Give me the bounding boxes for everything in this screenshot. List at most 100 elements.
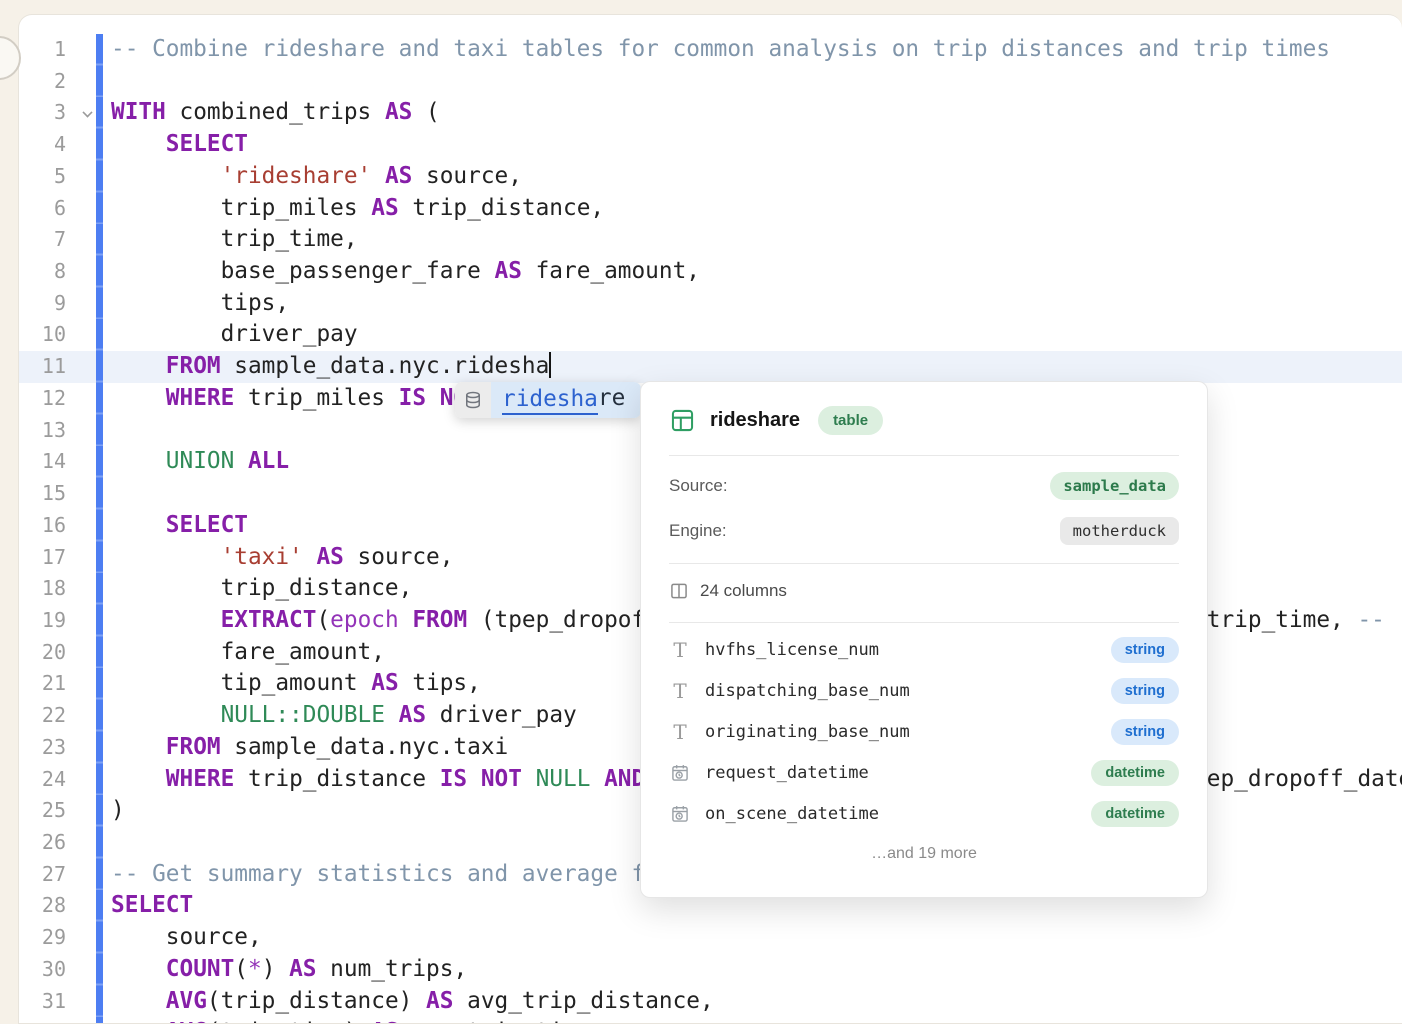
column-row: request_datetimedatetime: [669, 759, 1179, 787]
change-accent-bar: [96, 66, 103, 98]
change-accent-bar: [96, 1017, 103, 1024]
change-accent-bar: [96, 478, 103, 510]
datetime-icon: [669, 763, 691, 783]
column-name: hvfhs_license_num: [705, 640, 879, 660]
column-row: Toriginating_base_numstring: [669, 718, 1179, 746]
text-icon: T: [669, 681, 691, 701]
change-accent-bar: [96, 97, 103, 129]
code-text: [103, 66, 1402, 98]
line-number: 17: [19, 542, 96, 574]
code-text: -- Combine rideshare and taxi tables for…: [103, 34, 1402, 66]
code-text: driver_pay: [103, 319, 1402, 351]
line-number: 9: [19, 288, 96, 320]
change-accent-bar: [96, 351, 103, 383]
code-text: tips,: [103, 288, 1402, 320]
database-icon: [455, 382, 491, 418]
text-caret: [549, 352, 551, 378]
columns-icon: [669, 581, 689, 601]
column-name: on_scene_datetime: [705, 804, 879, 824]
line-number: 21: [19, 668, 96, 700]
change-accent-bar: [96, 415, 103, 447]
code-line[interactable]: 31 AVG(trip_distance) AS avg_trip_distan…: [19, 986, 1402, 1018]
change-accent-bar: [96, 954, 103, 986]
line-number: 14: [19, 446, 96, 478]
columns-count: 24 columns: [700, 581, 787, 601]
line-number: 30: [19, 954, 96, 986]
column-type-badge: string: [1111, 678, 1179, 704]
divider: [669, 622, 1179, 623]
code-text: trip_time,: [103, 224, 1402, 256]
code-line[interactable]: 5 'rideshare' AS source,: [19, 161, 1402, 193]
code-line[interactable]: 2: [19, 66, 1402, 98]
column-type-badge: datetime: [1091, 760, 1179, 786]
change-accent-bar: [96, 288, 103, 320]
code-line[interactable]: 11 FROM sample_data.nyc.ridesha: [19, 351, 1402, 383]
change-accent-bar: [96, 446, 103, 478]
column-type-badge: datetime: [1091, 801, 1179, 827]
columns-count-row: 24 columns: [669, 577, 1179, 605]
line-number: 10: [19, 319, 96, 351]
table-icon: [669, 407, 696, 434]
change-accent-bar: [96, 256, 103, 288]
code-text: source,: [103, 922, 1402, 954]
line-number: 8: [19, 256, 96, 288]
more-columns: …and 19 more: [669, 845, 1179, 863]
line-number: 32: [19, 1017, 96, 1024]
line-number: 26: [19, 827, 96, 859]
column-row: Tdispatching_base_numstring: [669, 677, 1179, 705]
change-accent-bar: [96, 573, 103, 605]
line-number: 3: [19, 97, 96, 129]
line-number: 19: [19, 605, 96, 637]
code-line[interactable]: 32 AVG(trip_time) AS avg_trip_time,: [19, 1017, 1402, 1024]
table-type-badge: table: [818, 406, 883, 435]
code-text: base_passenger_fare AS fare_amount,: [103, 256, 1402, 288]
code-line[interactable]: 10 driver_pay: [19, 319, 1402, 351]
code-line[interactable]: 4 SELECT: [19, 129, 1402, 161]
change-accent-bar: [96, 890, 103, 922]
autocomplete-suggestion[interactable]: rideshare: [455, 382, 641, 418]
line-number: 12: [19, 383, 96, 415]
line-number: 13: [19, 415, 96, 447]
change-accent-bar: [96, 605, 103, 637]
change-accent-bar: [96, 922, 103, 954]
engine-row: Engine: motherduck: [669, 516, 1179, 546]
code-text: AVG(trip_distance) AS avg_trip_distance,: [103, 986, 1402, 1018]
line-number: 2: [19, 66, 96, 98]
change-accent-bar: [96, 668, 103, 700]
line-number: 23: [19, 732, 96, 764]
code-text: AVG(trip_time) AS avg_trip_time,: [103, 1017, 1402, 1024]
line-number: 5: [19, 161, 96, 193]
columns-list: Thvfhs_license_numstringTdispatching_bas…: [669, 636, 1179, 828]
change-accent-bar: [96, 383, 103, 415]
code-line[interactable]: 6 trip_miles AS trip_distance,: [19, 193, 1402, 225]
fold-chevron-icon[interactable]: [82, 108, 92, 118]
change-accent-bar: [96, 161, 103, 193]
line-number: 28: [19, 890, 96, 922]
engine-label: Engine:: [669, 521, 727, 541]
code-line[interactable]: 1-- Combine rideshare and taxi tables fo…: [19, 34, 1402, 66]
change-accent-bar: [96, 700, 103, 732]
change-accent-bar: [96, 827, 103, 859]
line-number: 22: [19, 700, 96, 732]
code-line[interactable]: 3WITH combined_trips AS (: [19, 97, 1402, 129]
code-line[interactable]: 9 tips,: [19, 288, 1402, 320]
line-number: 15: [19, 478, 96, 510]
change-accent-bar: [96, 542, 103, 574]
line-number: 18: [19, 573, 96, 605]
change-accent-bar: [96, 859, 103, 891]
suggestion-label: rideshare: [491, 382, 641, 418]
source-value-badge: sample_data: [1050, 472, 1179, 500]
popover-header: rideshare table: [669, 402, 1179, 438]
code-text: 'rideshare' AS source,: [103, 161, 1402, 193]
code-line[interactable]: 30 COUNT(*) AS num_trips,: [19, 954, 1402, 986]
line-number: 31: [19, 986, 96, 1018]
column-row: on_scene_datetime datetime: [669, 800, 1179, 828]
code-line[interactable]: 29 source,: [19, 922, 1402, 954]
change-accent-bar: [96, 224, 103, 256]
code-line[interactable]: 8 base_passenger_fare AS fare_amount,: [19, 256, 1402, 288]
popover-title: rideshare: [710, 409, 800, 432]
code-line[interactable]: 7 trip_time,: [19, 224, 1402, 256]
text-icon: T: [669, 640, 691, 660]
change-accent-bar: [96, 637, 103, 669]
change-accent-bar: [96, 764, 103, 796]
